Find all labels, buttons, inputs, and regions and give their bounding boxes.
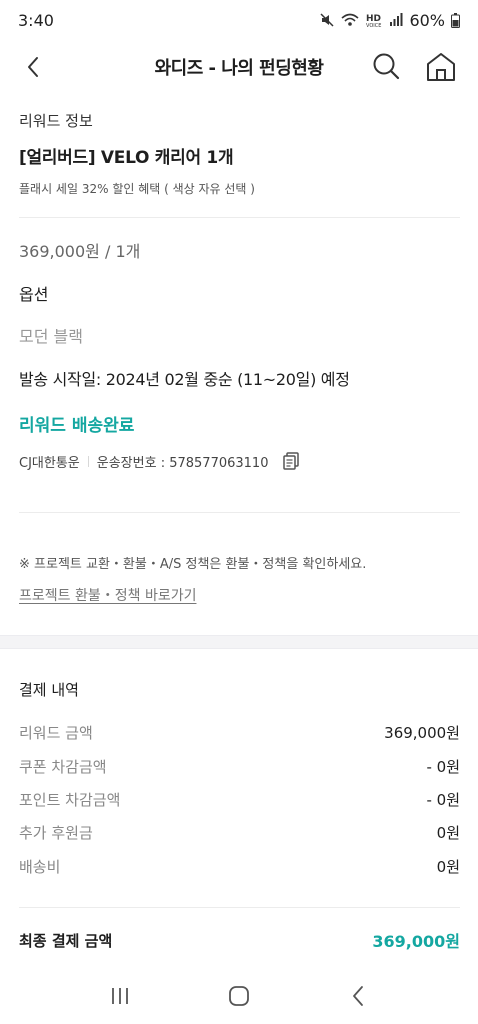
page-title: 와디즈 - 나의 펀딩현황 bbox=[154, 58, 324, 79]
status-time: 3:40 bbox=[18, 10, 54, 30]
system-nav-bar bbox=[0, 968, 478, 1024]
status-bar: 3:40 HD VOICE 60% bbox=[0, 0, 478, 40]
option-label: 옵션 bbox=[19, 285, 49, 304]
payment-row-value: 0원 bbox=[436, 824, 460, 842]
final-payment-row: 최종 결제 금액 369,000원 bbox=[19, 928, 460, 952]
hd-voice-icon: HD VOICE bbox=[365, 12, 383, 28]
carrier-name: CJ대한통운 bbox=[19, 455, 80, 471]
back-arrow-icon[interactable] bbox=[18, 52, 48, 82]
search-icon[interactable] bbox=[370, 50, 402, 82]
wifi-icon bbox=[341, 12, 359, 28]
app-header: 와디즈 - 나의 펀딩현황 bbox=[0, 44, 478, 90]
option-value: 모던 블랙 bbox=[19, 327, 83, 346]
divider bbox=[19, 907, 460, 908]
signal-icon bbox=[389, 13, 403, 27]
mute-icon bbox=[319, 12, 335, 28]
payment-row-value: 369,000원 bbox=[384, 724, 460, 742]
recent-apps-icon[interactable] bbox=[100, 976, 140, 1016]
reward-title: [얼리버드] VELO 캐리어 1개 bbox=[19, 148, 234, 168]
payment-row-value: 0원 bbox=[436, 858, 460, 876]
copy-icon[interactable] bbox=[280, 450, 302, 472]
payment-row: 추가 후원금 0원 bbox=[19, 822, 460, 843]
tracking-number: 운송장번호 : 578577063110 bbox=[96, 455, 269, 471]
payment-title: 결제 내역 bbox=[19, 681, 79, 699]
home-button-icon[interactable] bbox=[219, 976, 259, 1016]
payment-row: 쿠폰 차감금액 - 0원 bbox=[19, 756, 460, 777]
reward-description: 플래시 세일 32% 할인 혜택 ( 색상 자유 선택 ) bbox=[19, 182, 255, 196]
payment-row-label: 추가 후원금 bbox=[19, 824, 93, 842]
svg-text:VOICE: VOICE bbox=[366, 23, 381, 28]
payment-row: 리워드 금액 369,000원 bbox=[19, 722, 460, 743]
battery-percent: 60% bbox=[409, 10, 445, 30]
reward-price-qty: 369,000원 / 1개 bbox=[19, 242, 141, 261]
section-separator bbox=[0, 635, 478, 649]
final-payment-value: 369,000원 bbox=[372, 932, 460, 951]
ship-start-date: 발송 시작일: 2024년 02월 중순 (11~20일) 예정 bbox=[19, 370, 350, 389]
reward-section-label: 리워드 정보 bbox=[19, 112, 93, 130]
nav-back-icon[interactable] bbox=[338, 976, 378, 1016]
carrier-separator bbox=[87, 455, 89, 467]
battery-icon bbox=[451, 12, 460, 28]
payment-row-label: 포인트 차감금액 bbox=[19, 791, 121, 809]
delivery-status: 리워드 배송완료 bbox=[19, 416, 135, 436]
payment-row-value: - 0원 bbox=[426, 791, 460, 809]
status-icons: HD VOICE 60% bbox=[319, 11, 460, 30]
payment-row-label: 배송비 bbox=[19, 858, 61, 876]
payment-row-label: 쿠폰 차감금액 bbox=[19, 758, 107, 776]
divider bbox=[19, 217, 460, 218]
carrier-info: CJ대한통운 운송장번호 : 578577063110 bbox=[19, 450, 460, 472]
home-icon[interactable] bbox=[424, 50, 458, 84]
final-payment-label: 최종 결제 금액 bbox=[19, 931, 113, 950]
payment-row: 배송비 0원 bbox=[19, 856, 460, 877]
payment-row-label: 리워드 금액 bbox=[19, 724, 93, 742]
divider bbox=[19, 512, 460, 513]
policy-link[interactable]: 프로젝트 환불・정책 바로가기 bbox=[19, 588, 196, 604]
policy-notice: ※ 프로젝트 교환・환불・A/S 정책은 환불・정책을 확인하세요. bbox=[19, 557, 367, 572]
payment-row-value: - 0원 bbox=[426, 758, 460, 776]
payment-row: 포인트 차감금액 - 0원 bbox=[19, 789, 460, 810]
policy-link-wrap: 프로젝트 환불・정책 바로가기 bbox=[19, 585, 460, 605]
